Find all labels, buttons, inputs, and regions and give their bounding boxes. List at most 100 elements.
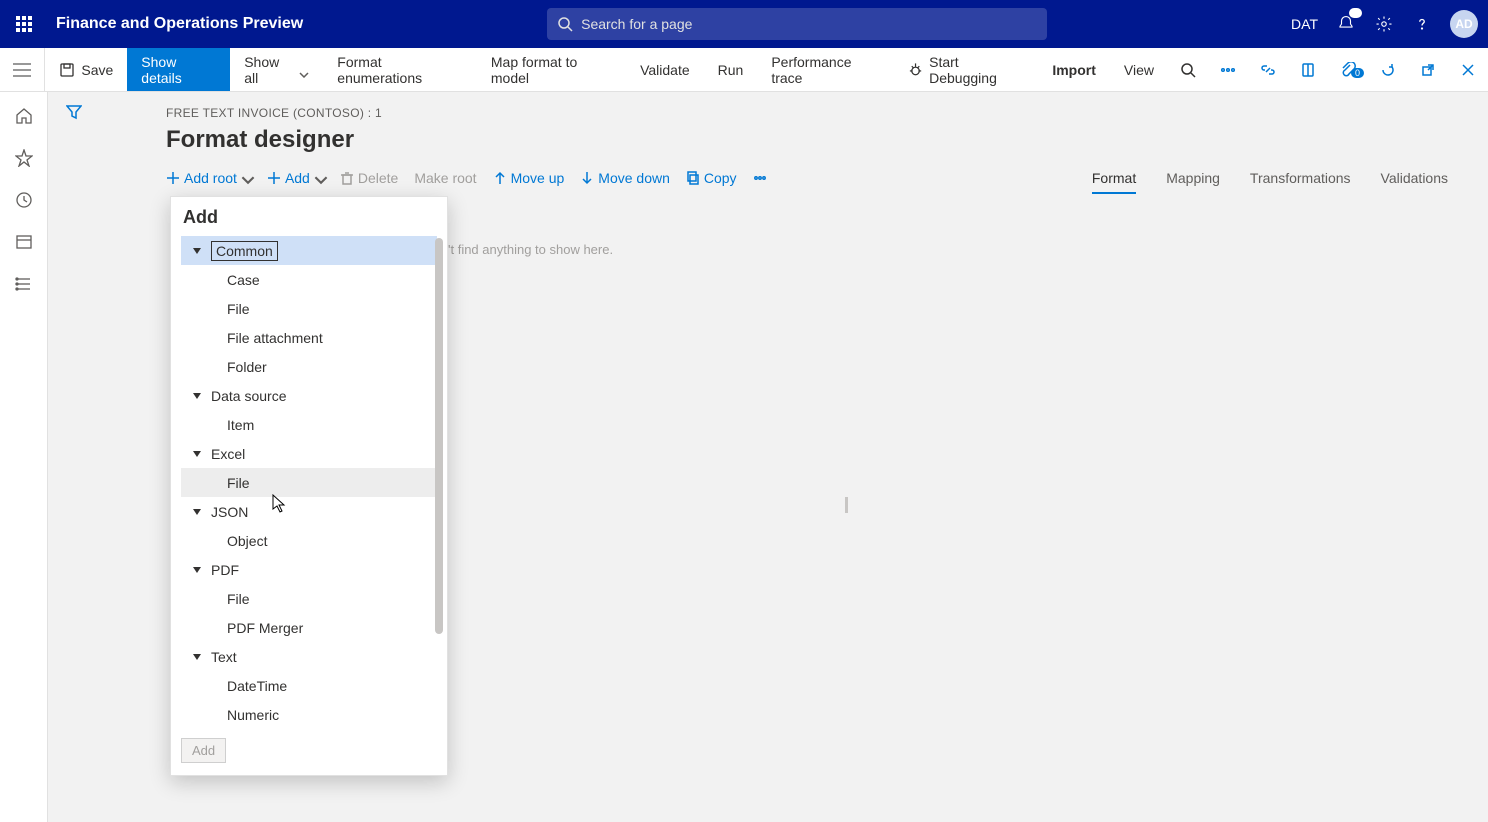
tree-group-label: JSON — [211, 504, 248, 520]
empty-hint: 't find anything to show here. — [448, 242, 613, 257]
filter-icon[interactable] — [66, 104, 82, 123]
tree-group[interactable]: Excel — [181, 439, 437, 468]
refresh-button[interactable] — [1368, 62, 1408, 78]
tree-group[interactable]: Data source — [181, 381, 437, 410]
designer-toolbar: Add root Add Delete Make root Move up Mo… — [166, 170, 767, 186]
tree-item[interactable]: File — [181, 294, 437, 323]
add-root-button[interactable]: Add root — [166, 170, 251, 186]
attachments-count: 0 — [1351, 68, 1364, 78]
tree-item[interactable]: Item — [181, 410, 437, 439]
popout-button[interactable] — [1408, 62, 1448, 78]
add-tree: CommonCaseFileFile attachmentFolderData … — [181, 236, 437, 729]
tree-item[interactable]: File — [181, 468, 437, 497]
tree-item[interactable]: DateTime — [181, 671, 437, 700]
run-button[interactable]: Run — [704, 48, 758, 91]
tree-group-label: Common — [211, 241, 278, 261]
page-title: Format designer — [166, 126, 354, 154]
home-icon[interactable] — [14, 106, 34, 126]
save-label: Save — [81, 62, 113, 78]
tab-validations[interactable]: Validations — [1381, 170, 1448, 194]
global-header: Finance and Operations Preview Search fo… — [0, 0, 1488, 48]
expand-icon — [193, 504, 203, 520]
add-button[interactable]: Add — [267, 170, 324, 186]
move-down-button[interactable]: Move down — [580, 170, 670, 186]
view-button[interactable]: View — [1110, 48, 1168, 91]
tree-group[interactable]: PDF — [181, 555, 437, 584]
nav-toggle[interactable] — [0, 48, 45, 91]
expand-icon — [193, 649, 203, 665]
chevron-down-icon — [314, 173, 324, 183]
tree-group-label: Excel — [211, 446, 245, 462]
find-button[interactable] — [1168, 62, 1208, 78]
save-button[interactable]: Save — [45, 48, 127, 91]
settings-button[interactable] — [1374, 14, 1394, 34]
global-search[interactable]: Search for a page — [547, 8, 1047, 40]
map-format-button[interactable]: Map format to model — [477, 48, 626, 91]
action-bar: Save Show details Show all Format enumer… — [0, 48, 1488, 92]
performance-trace-button[interactable]: Performance trace — [757, 48, 894, 91]
expand-icon — [193, 388, 203, 404]
move-up-button[interactable]: Move up — [493, 170, 565, 186]
body: FREE TEXT INVOICE (CONTOSO) : 1 Format d… — [0, 92, 1488, 822]
attachments-button[interactable]: 0 — [1328, 62, 1368, 78]
favorites-icon[interactable] — [14, 148, 34, 168]
tab-transformations[interactable]: Transformations — [1250, 170, 1351, 194]
tab-mapping[interactable]: Mapping — [1166, 170, 1220, 194]
tree-item[interactable]: File — [181, 584, 437, 613]
expand-icon — [193, 243, 203, 259]
show-all-label: Show all — [244, 54, 293, 86]
help-button[interactable] — [1412, 14, 1432, 34]
user-avatar[interactable]: AD — [1450, 10, 1478, 38]
start-debugging-button[interactable]: Start Debugging — [894, 48, 1038, 91]
copy-button[interactable]: Copy — [686, 170, 737, 186]
mouse-cursor — [272, 494, 286, 514]
search-placeholder: Search for a page — [581, 16, 692, 32]
popup-add-button[interactable]: Add — [181, 738, 226, 763]
toolbar-overflow[interactable] — [753, 171, 767, 185]
expand-icon — [193, 446, 203, 462]
tree-item[interactable]: Numeric — [181, 700, 437, 729]
add-popup: Add CommonCaseFileFile attachmentFolderD… — [170, 196, 448, 776]
detail-tabs: Format Mapping Transformations Validatio… — [1092, 170, 1448, 194]
show-all-button[interactable]: Show all — [230, 48, 323, 91]
chevron-down-icon — [241, 173, 251, 183]
tree-item[interactable]: PDF Merger — [181, 613, 437, 642]
validate-button[interactable]: Validate — [626, 48, 704, 91]
make-root-button: Make root — [414, 170, 476, 186]
link-button[interactable] — [1248, 62, 1288, 78]
tree-group-label: Text — [211, 649, 237, 665]
tree-group[interactable]: Text — [181, 642, 437, 671]
recent-icon[interactable] — [14, 190, 34, 210]
left-rail — [0, 92, 48, 822]
main-area: FREE TEXT INVOICE (CONTOSO) : 1 Format d… — [48, 92, 1488, 822]
notification-count: 1 — [1349, 8, 1362, 18]
modules-icon[interactable] — [14, 274, 34, 294]
tree-item[interactable]: Folder — [181, 352, 437, 381]
popup-title: Add — [171, 197, 447, 232]
tree-group[interactable]: Common — [181, 236, 437, 265]
tree-group-label: PDF — [211, 562, 239, 578]
tree-item[interactable]: Case — [181, 265, 437, 294]
import-button[interactable]: Import — [1038, 48, 1110, 91]
tree-item[interactable]: File attachment — [181, 323, 437, 352]
notifications-button[interactable]: 1 — [1336, 14, 1356, 34]
show-details-button[interactable]: Show details — [127, 48, 230, 91]
waffle-icon[interactable] — [10, 16, 38, 32]
scrollbar[interactable] — [435, 238, 443, 634]
tree-item[interactable]: Object — [181, 526, 437, 555]
splitter-handle[interactable] — [845, 497, 848, 513]
app-title: Finance and Operations Preview — [56, 15, 303, 33]
delete-button: Delete — [340, 170, 398, 186]
close-button[interactable] — [1448, 62, 1488, 78]
page-options-button[interactable] — [1288, 62, 1328, 78]
company-code[interactable]: DAT — [1291, 16, 1318, 32]
format-enumerations-button[interactable]: Format enumerations — [323, 48, 477, 91]
search-icon — [557, 16, 573, 32]
overflow-button[interactable] — [1208, 62, 1248, 78]
tab-format[interactable]: Format — [1092, 170, 1136, 194]
tree-group[interactable]: JSON — [181, 497, 437, 526]
breadcrumb: FREE TEXT INVOICE (CONTOSO) : 1 — [166, 106, 382, 120]
workspaces-icon[interactable] — [14, 232, 34, 252]
tree-group-label: Data source — [211, 388, 286, 404]
chevron-down-icon — [299, 65, 309, 75]
